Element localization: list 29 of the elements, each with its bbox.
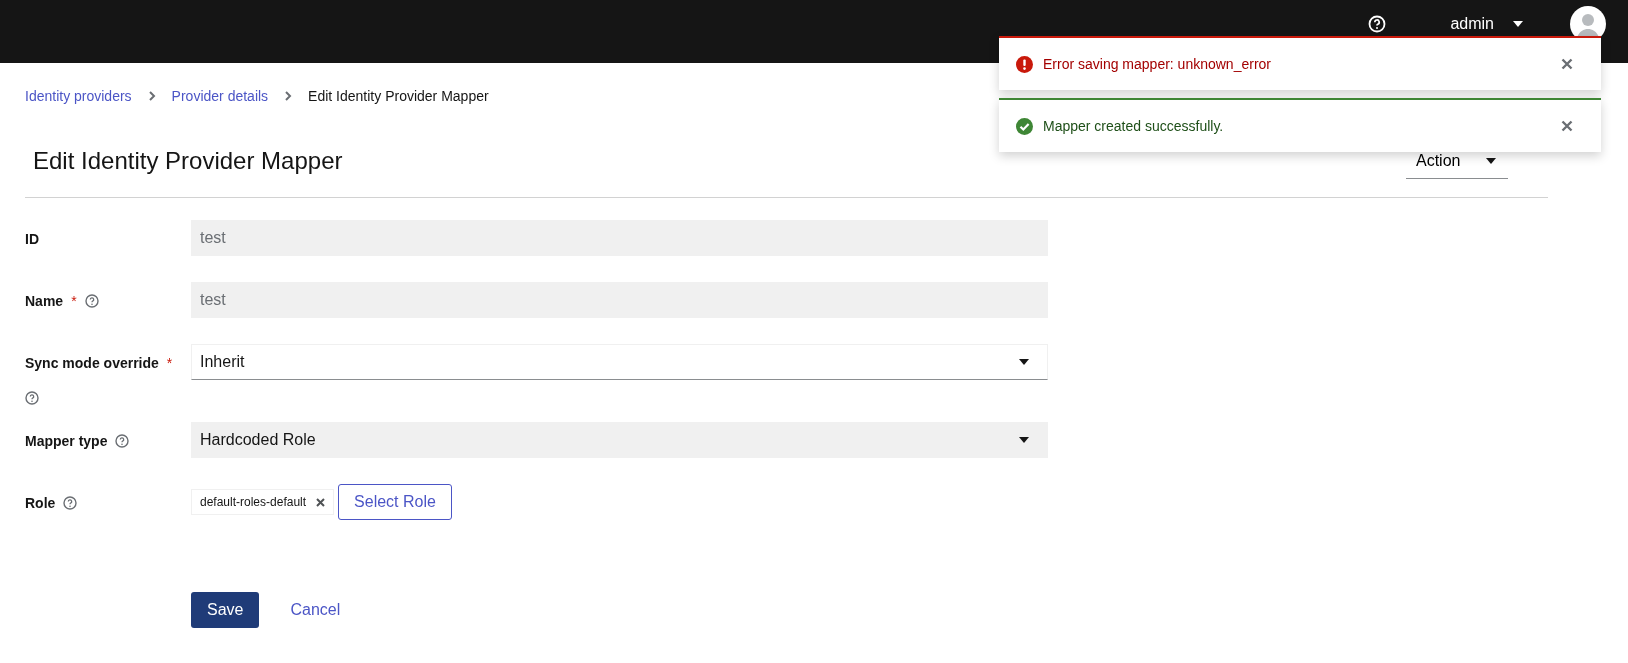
select-role-button[interactable]: Select Role	[338, 484, 452, 520]
error-icon	[1016, 55, 1033, 73]
cancel-link[interactable]: Cancel	[274, 592, 357, 628]
required-mark: *	[166, 355, 173, 371]
alert-message: Mapper created successfully.	[1043, 118, 1225, 134]
field-label: ID	[25, 231, 39, 247]
remove-icon[interactable]	[316, 497, 326, 507]
page-title: Edit Identity Provider Mapper	[33, 147, 343, 175]
field-label: Sync mode override	[25, 355, 159, 371]
save-button[interactable]: Save	[191, 592, 260, 628]
caret-icon	[1512, 20, 1524, 28]
select-field[interactable]: Inherit	[191, 344, 1048, 380]
check-circle-icon	[1016, 117, 1033, 135]
field-label: Name	[25, 293, 64, 309]
chip-label: default-roles-default	[200, 495, 307, 509]
caret-icon	[1486, 157, 1496, 164]
caret-icon	[1019, 437, 1029, 443]
breadcrumb-link[interactable]: Provider details	[171, 88, 269, 104]
chevron-icon	[147, 91, 156, 101]
user-menu[interactable]: admin	[1450, 6, 1524, 42]
caret-icon	[1019, 359, 1029, 365]
close-icon[interactable]	[1561, 120, 1573, 132]
breadcrumb-link[interactable]: Identity providers	[25, 88, 132, 104]
close-icon[interactable]	[1561, 58, 1573, 70]
field-label: Role	[25, 495, 56, 511]
field-label: Mapper type	[25, 433, 108, 449]
required-mark: *	[71, 293, 77, 309]
alert-message: Error saving mapper: unknown_error	[1043, 56, 1272, 72]
chevron-icon	[284, 91, 293, 101]
